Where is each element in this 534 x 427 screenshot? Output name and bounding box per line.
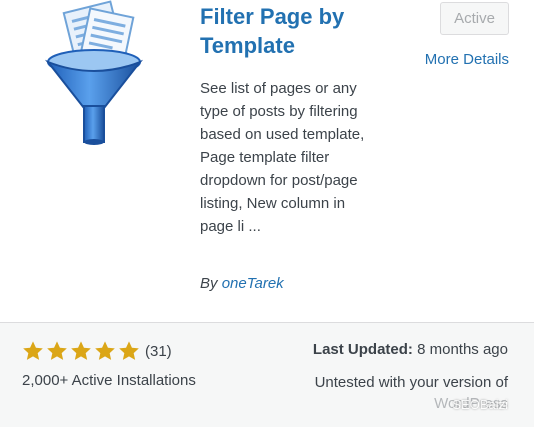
author-prefix: By bbox=[200, 275, 218, 292]
plugin-card: Filter Page by Template Active More Deta… bbox=[0, 0, 534, 427]
last-updated: Last Updated: 8 months ago bbox=[313, 341, 508, 358]
star-icon bbox=[23, 341, 43, 360]
rating-count[interactable]: (31) bbox=[145, 343, 172, 360]
star-rating: (31) bbox=[22, 340, 172, 362]
plugin-card-top: Filter Page by Template Active More Deta… bbox=[0, 0, 534, 322]
plugin-author: By oneTarek bbox=[200, 275, 284, 292]
star-icon bbox=[95, 341, 115, 360]
document-funnel-icon[interactable] bbox=[44, 0, 148, 150]
star-icon bbox=[47, 341, 67, 360]
last-updated-value: 8 months ago bbox=[417, 341, 508, 358]
plugin-title-link[interactable]: Filter Page by Template bbox=[200, 2, 420, 60]
more-details-link[interactable]: More Details bbox=[425, 51, 509, 68]
star-icon bbox=[119, 341, 139, 360]
active-installations: 2,000+ Active Installations bbox=[22, 372, 196, 389]
compat-line-1: Untested with your version of bbox=[314, 374, 508, 391]
plugin-description: See list of pages or any type of posts b… bbox=[200, 80, 365, 235]
watermark-text: SEOBaizi bbox=[452, 397, 508, 412]
last-updated-label: Last Updated: bbox=[312, 341, 413, 358]
author-link[interactable]: oneTarek bbox=[222, 275, 284, 292]
active-button[interactable]: Active bbox=[440, 2, 509, 35]
star-icon bbox=[71, 341, 91, 360]
